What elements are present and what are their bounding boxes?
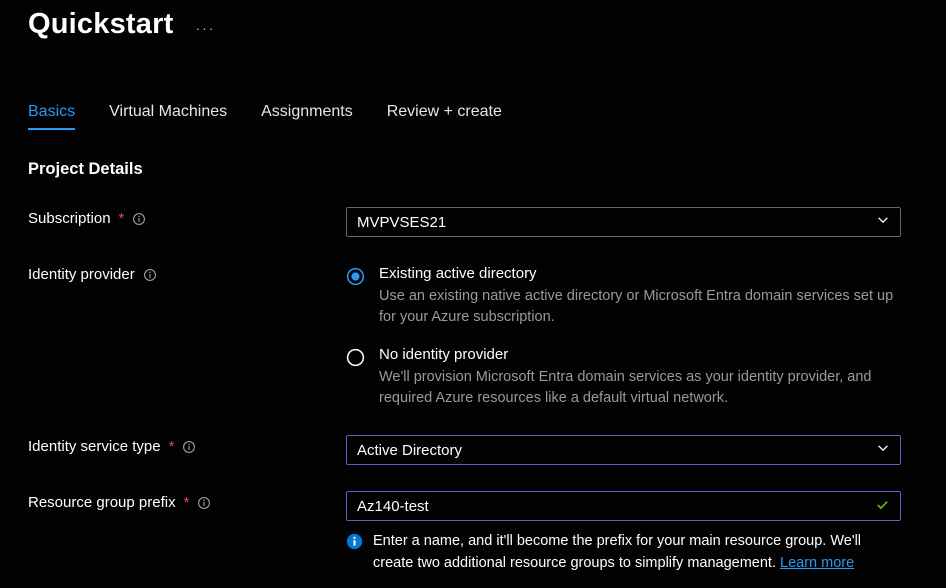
subscription-value: MVPVSES21	[357, 214, 446, 231]
radio-existing-directory[interactable]: Existing active directory Use an existin…	[346, 265, 900, 328]
helper-text: Enter a name, and it'll become the prefi…	[346, 531, 902, 575]
radio-existing-title: Existing active directory	[379, 265, 900, 282]
helper-line: Enter a name, and it'll become the prefi…	[373, 531, 902, 575]
info-icon[interactable]	[143, 268, 157, 282]
tab-assignments[interactable]: Assignments	[261, 103, 353, 129]
label-identity-service-type-text: Identity service type	[28, 438, 161, 455]
radio-button-icon	[346, 267, 365, 286]
info-icon[interactable]	[197, 496, 211, 510]
info-icon[interactable]	[182, 440, 196, 454]
label-subscription-text: Subscription	[28, 210, 111, 227]
required-star: *	[119, 210, 125, 227]
tab-basics[interactable]: Basics	[28, 103, 75, 129]
label-resource-group-prefix: Resource group prefix *	[28, 491, 346, 511]
radio-no-identity[interactable]: No identity provider We'll provision Mic…	[346, 346, 900, 409]
identity-service-type-select[interactable]: Active Directory	[346, 435, 901, 465]
check-icon	[875, 497, 890, 516]
tab-bar: Basics Virtual Machines Assignments Revi…	[28, 103, 918, 130]
label-identity-provider-text: Identity provider	[28, 266, 135, 283]
resource-group-prefix-input[interactable]: Az140-test	[346, 491, 901, 521]
tab-review-create[interactable]: Review + create	[387, 103, 502, 129]
info-blue-icon	[346, 533, 363, 550]
label-identity-provider: Identity provider	[28, 263, 346, 283]
required-star: *	[169, 438, 175, 455]
learn-more-link[interactable]: Learn more	[780, 555, 854, 571]
page-title: Quickstart	[28, 8, 173, 41]
chevron-down-icon	[876, 441, 890, 459]
label-subscription: Subscription *	[28, 207, 346, 227]
chevron-down-icon	[876, 213, 890, 231]
subscription-select[interactable]: MVPVSES21	[346, 207, 901, 237]
resource-group-prefix-value: Az140-test	[357, 498, 429, 515]
more-options-icon[interactable]: ···	[195, 21, 215, 35]
section-project-details: Project Details	[28, 160, 918, 179]
radio-none-desc: We'll provision Microsoft Entra domain s…	[379, 367, 900, 409]
identity-provider-radiogroup: Existing active directory Use an existin…	[346, 265, 918, 409]
radio-existing-desc: Use an existing native active directory …	[379, 286, 900, 328]
radio-button-icon	[346, 348, 365, 367]
tab-virtual-machines[interactable]: Virtual Machines	[109, 103, 227, 129]
label-identity-service-type: Identity service type *	[28, 435, 346, 455]
info-icon[interactable]	[132, 212, 146, 226]
identity-service-type-value: Active Directory	[357, 442, 462, 459]
required-star: *	[184, 494, 190, 511]
radio-none-title: No identity provider	[379, 346, 900, 363]
label-resource-group-prefix-text: Resource group prefix	[28, 494, 176, 511]
